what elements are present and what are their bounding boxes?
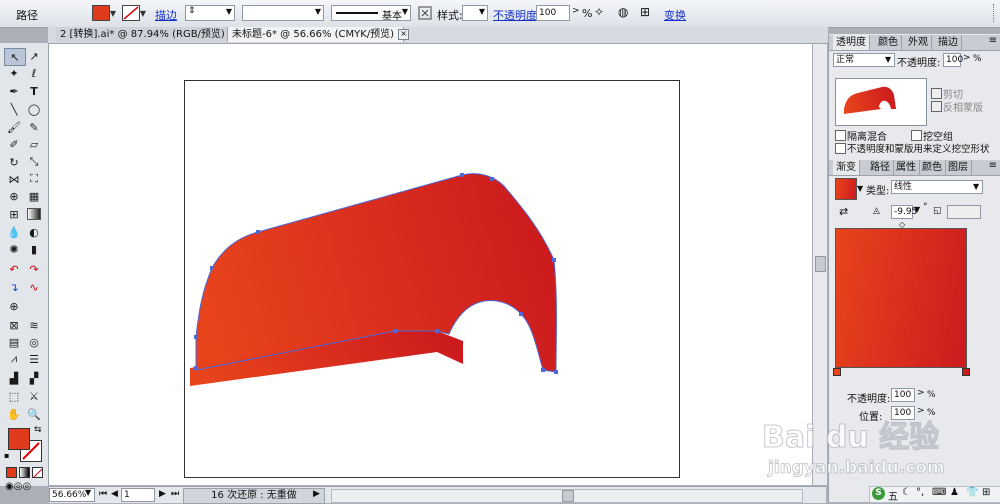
panel-menu-icon[interactable]: ≡	[989, 35, 997, 46]
aspect-ratio-icon: ◱	[933, 206, 942, 216]
thumbnail-preview	[844, 86, 896, 114]
invert-mask-label: 反相蒙版	[943, 103, 983, 114]
blend-mode-arrow-icon[interactable]: ▼	[885, 55, 891, 64]
angle-unit: °	[923, 202, 928, 212]
transparency-thumbnail[interactable]	[835, 78, 927, 126]
tab-appearance[interactable]: 外观	[905, 35, 932, 50]
opacity-mask-knockout-checkbox[interactable]	[835, 143, 846, 154]
gradient-angle-input[interactable]: -9.95	[891, 205, 917, 219]
angle-arrow-icon[interactable]: ▼	[914, 205, 920, 214]
panel-opacity-arrow-icon[interactable]: >	[963, 53, 971, 63]
tab-attributes[interactable]: 属性	[893, 160, 920, 175]
panel-opacity-unit: %	[973, 54, 982, 64]
status-menu-arrow-icon[interactable]: ▶	[313, 489, 320, 499]
horizontal-scrollbar[interactable]	[331, 489, 803, 503]
aspect-ratio-input[interactable]	[947, 205, 981, 219]
gradient-preview	[835, 228, 967, 368]
gradient-type-arrow-icon[interactable]: ▼	[973, 182, 979, 191]
tools-grid-icon[interactable]: ⊞	[982, 487, 990, 498]
ime-logo-icon[interactable]: S	[872, 487, 885, 500]
gradient-type-select[interactable]: 线性	[891, 180, 983, 194]
tab-transparency[interactable]: 透明度	[833, 35, 870, 50]
stop-opacity-label: 不透明度:	[847, 394, 891, 405]
gradient-type-label: 类型:	[866, 186, 890, 197]
angle-icon: ◬	[873, 206, 880, 216]
reverse-gradient-icon[interactable]: ⇄	[839, 205, 848, 218]
gradient-swatch-arrow-icon[interactable]: ▼	[857, 184, 863, 193]
gradient-panel-tabs: 渐变 路径 属性 颜色 图层 ≡	[829, 160, 1000, 176]
tab-layers[interactable]: 图层	[945, 160, 972, 175]
keyboard-icon[interactable]: ⌨	[932, 487, 946, 498]
ime-tray: S 五 ☾ °, ⌨ ♟ 👕 ⊞	[869, 486, 1000, 503]
clip-checkbox[interactable]	[931, 88, 942, 99]
stop-opacity-unit: %	[927, 390, 936, 400]
tab-gradient[interactable]: 渐变	[833, 160, 860, 175]
punctuation-icon[interactable]: °,	[916, 487, 924, 498]
opacity-label: 不透明度:	[897, 58, 941, 69]
fill-color-box[interactable]	[8, 428, 30, 450]
skin-icon[interactable]: 👕	[966, 487, 978, 498]
stop-opacity-input[interactable]: 100	[891, 388, 915, 402]
half-width-moon-icon[interactable]: ☾	[902, 487, 911, 498]
user-icon[interactable]: ♟	[950, 487, 959, 498]
next-artboard-icon[interactable]: ▶	[159, 489, 166, 499]
artboard-page-select[interactable]: 1	[121, 488, 155, 502]
horizontal-scroll-thumb[interactable]	[562, 490, 574, 502]
control-bar-gripper[interactable]	[993, 4, 996, 22]
last-artboard-icon[interactable]: ⏭	[171, 489, 179, 499]
tab-pathfinder[interactable]: 路径	[867, 160, 894, 175]
knockout-group-checkbox[interactable]	[911, 130, 922, 141]
status-bar: 56.66% ▼ ⏮ ◀ 1 ▶ ⏭ 16 次还原 : 无重做 ▶	[49, 486, 826, 504]
ime-mode-label[interactable]: 五	[888, 488, 898, 503]
tab-color-2[interactable]: 颜色	[919, 160, 946, 175]
gradient-stop-end[interactable]	[962, 368, 970, 376]
gradient-stop-start[interactable]	[833, 368, 841, 376]
baidu-watermark: Bai du 经验	[761, 420, 940, 456]
prev-artboard-icon[interactable]: ◀	[111, 489, 118, 499]
panel-menu-icon[interactable]: ≡	[989, 160, 997, 171]
first-artboard-icon[interactable]: ⏮	[99, 489, 107, 499]
tab-color[interactable]: 颜色	[875, 35, 902, 50]
opacity-mask-knockout-label: 不透明度和蒙版用来定义挖空形状	[847, 144, 990, 155]
transparency-panel-tabs: 透明度 颜色 外观 描边 ≡	[829, 35, 1000, 51]
vertical-scroll-thumb[interactable]	[815, 256, 826, 272]
stop-opacity-arrow-icon[interactable]: >	[917, 388, 925, 398]
baidu-watermark-url: jingyan.baidu.com	[768, 458, 946, 479]
invert-mask-checkbox[interactable]	[931, 101, 942, 112]
tab-stroke[interactable]: 描边	[935, 35, 962, 50]
zoom-dropdown-arrow-icon[interactable]: ▼	[85, 488, 91, 497]
panel-opacity-input[interactable]: 100	[943, 53, 963, 67]
gradient-swatch[interactable]	[835, 178, 857, 200]
isolate-blend-checkbox[interactable]	[835, 130, 846, 141]
artwork-layer	[190, 173, 558, 386]
